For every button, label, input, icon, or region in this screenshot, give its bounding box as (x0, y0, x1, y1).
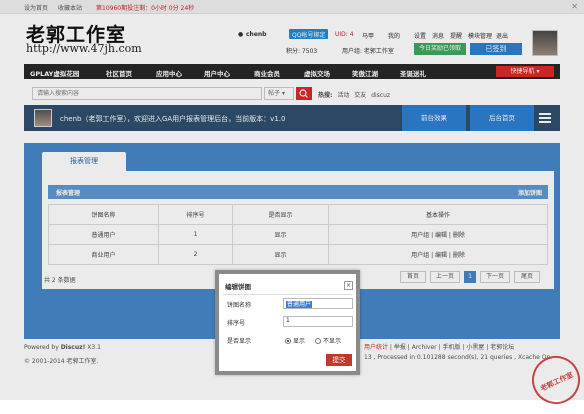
order-label: 排序号 (227, 320, 246, 327)
edit-pie-dialog: 编辑饼图 × 饼图名称 普通用户 排序号 1 是否显示 显示 不显示 提交 (215, 270, 360, 375)
radio-unchecked-icon (315, 338, 321, 344)
dialog-divider (223, 294, 352, 295)
show-yes-radio[interactable]: 显示 (285, 336, 305, 345)
radio-checked-icon (285, 338, 291, 344)
name-label: 饼图名称 (227, 302, 252, 309)
close-icon[interactable]: × (344, 281, 353, 290)
show-no-radio[interactable]: 不显示 (315, 336, 341, 345)
dialog-title: 编辑饼图 (225, 283, 251, 291)
submit-button[interactable]: 提交 (326, 354, 352, 366)
pie-name-field[interactable]: 普通用户 (283, 298, 353, 309)
show-label: 是否显示 (227, 338, 252, 345)
order-field[interactable]: 1 (283, 316, 353, 327)
